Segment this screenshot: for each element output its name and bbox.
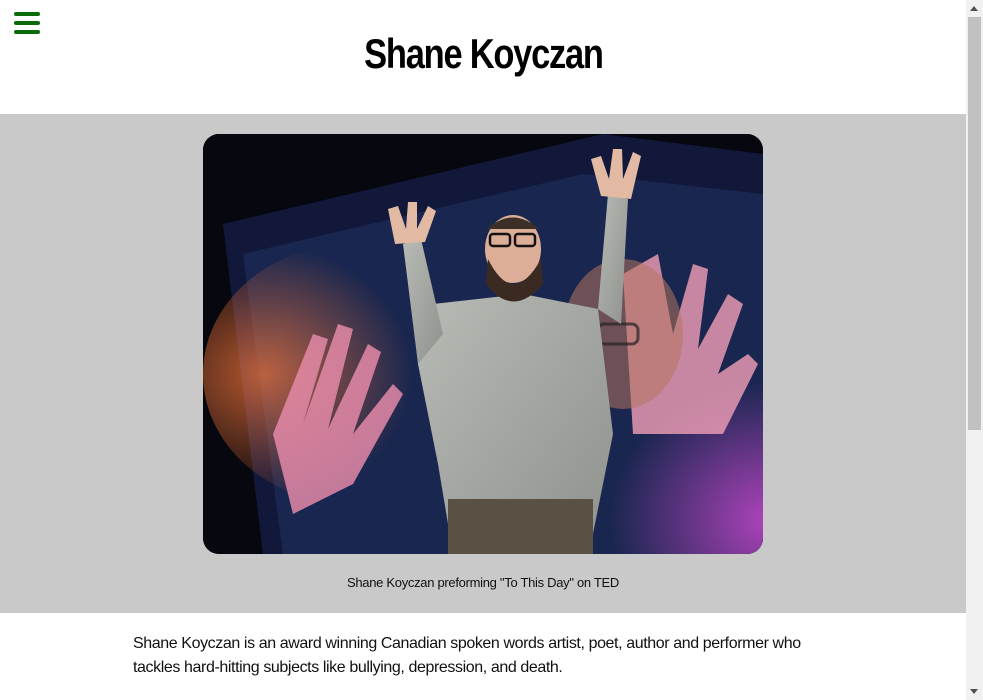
page-title: Shane Koyczan (363, 30, 604, 77)
menu-bar (14, 30, 40, 34)
photo-caption: Shane Koyczan preforming "To This Day" o… (347, 575, 619, 590)
figure-section: Shane Koyczan preforming "To This Day" o… (0, 114, 966, 613)
page: Shane Koyczan Shane Koyczan preforming "… (0, 0, 966, 700)
hamburger-menu-icon[interactable] (14, 12, 40, 34)
scroll-thumb[interactable] (968, 17, 981, 430)
scroll-down-icon[interactable] (970, 689, 978, 694)
performer-photo-graphic (203, 134, 763, 554)
scroll-up-icon[interactable] (970, 6, 978, 11)
performer-photo (203, 134, 763, 554)
vertical-scrollbar[interactable] (966, 0, 983, 700)
menu-bar (14, 12, 40, 16)
page-header: Shane Koyczan (0, 0, 966, 114)
menu-bar (14, 21, 40, 25)
intro-paragraph: Shane Koyczan is an award winning Canadi… (133, 635, 801, 676)
